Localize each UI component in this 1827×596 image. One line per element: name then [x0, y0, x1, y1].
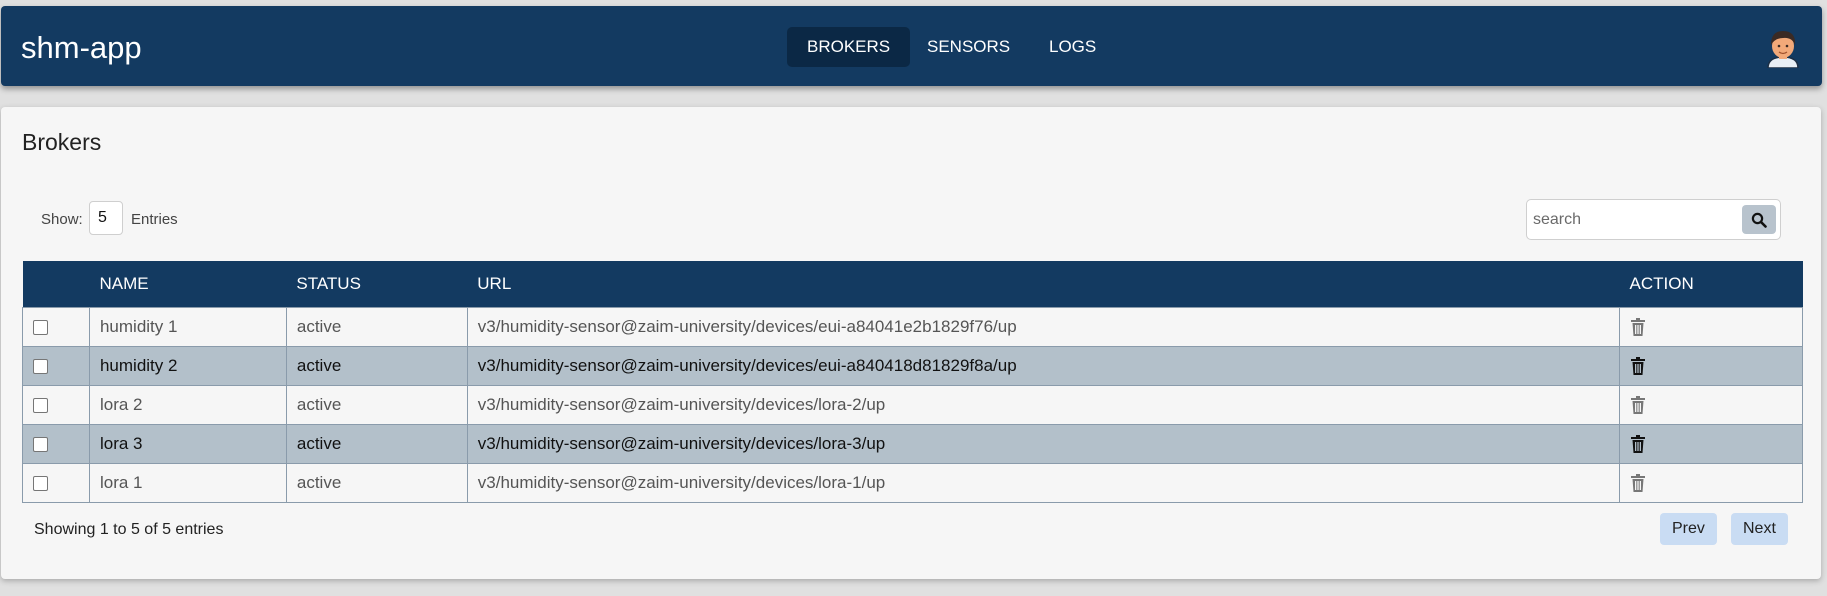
- table-row[interactable]: lora 1 active v3/humidity-sensor@zaim-un…: [22, 462, 1803, 503]
- row-name: lora 1: [88, 462, 287, 503]
- row-status: active: [285, 462, 468, 503]
- app-brand[interactable]: shm-app: [21, 32, 142, 63]
- nav-logs[interactable]: LOGS: [1029, 27, 1116, 67]
- row-action-cell: [1619, 423, 1803, 464]
- column-header-status[interactable]: STATUS: [286, 261, 467, 307]
- search-box: [1526, 199, 1781, 240]
- row-action-cell: [1619, 384, 1803, 425]
- pagination-info: Showing 1 to 5 of 5 entries: [34, 521, 224, 538]
- table-header-row: NAME STATUS URL ACTION: [22, 261, 1803, 307]
- row-action-cell: [1619, 462, 1803, 503]
- trash-icon[interactable]: [1630, 435, 1646, 454]
- row-name: humidity 2: [88, 345, 287, 386]
- row-url: v3/humidity-sensor@zaim-university/devic…: [466, 306, 1621, 347]
- trash-icon[interactable]: [1630, 474, 1646, 493]
- row-select-cell: [22, 462, 90, 503]
- page-title: Brokers: [22, 129, 102, 155]
- brokers-card: Brokers Show: 5 Entries NAME STATUS URL …: [1, 107, 1821, 579]
- row-checkbox[interactable]: [33, 436, 48, 452]
- entries-count-input[interactable]: 5: [89, 201, 123, 235]
- row-url: v3/humidity-sensor@zaim-university/devic…: [466, 345, 1621, 386]
- search-icon: [1751, 212, 1767, 228]
- brokers-table: NAME STATUS URL ACTION humidity 1 active…: [22, 261, 1803, 503]
- search-button[interactable]: [1742, 205, 1776, 234]
- nav-brokers[interactable]: BROKERS: [787, 27, 911, 67]
- row-select-cell: [22, 345, 90, 386]
- trash-icon[interactable]: [1630, 357, 1646, 376]
- row-checkbox[interactable]: [33, 475, 48, 491]
- next-button[interactable]: Next: [1731, 513, 1788, 545]
- table-row[interactable]: humidity 2 active v3/humidity-sensor@zai…: [22, 345, 1803, 386]
- column-header-name[interactable]: NAME: [89, 261, 286, 307]
- row-select-cell: [22, 306, 90, 347]
- column-header-select: [23, 261, 90, 307]
- table-row[interactable]: humidity 1 active v3/humidity-sensor@zai…: [22, 306, 1803, 347]
- row-action-cell: [1619, 306, 1803, 347]
- row-checkbox[interactable]: [33, 358, 48, 374]
- user-avatar-icon[interactable]: [1765, 28, 1801, 69]
- row-action-cell: [1619, 345, 1803, 386]
- nav-sensors[interactable]: SENSORS: [907, 27, 1030, 67]
- row-name: humidity 1: [88, 306, 287, 347]
- column-header-action: ACTION: [1629, 273, 1694, 293]
- row-url: v3/humidity-sensor@zaim-university/devic…: [466, 423, 1621, 464]
- table-row[interactable]: lora 2 active v3/humidity-sensor@zaim-un…: [22, 384, 1803, 425]
- search-input[interactable]: [1533, 208, 1733, 232]
- row-status: active: [285, 384, 468, 425]
- row-name: lora 2: [88, 384, 287, 425]
- show-label: Show:: [41, 211, 83, 228]
- row-select-cell: [22, 423, 90, 464]
- trash-icon[interactable]: [1630, 318, 1646, 337]
- row-url: v3/humidity-sensor@zaim-university/devic…: [466, 384, 1621, 425]
- column-header-url[interactable]: URL: [467, 261, 1619, 307]
- top-navbar: shm-app BROKERS SENSORS LOGS: [1, 6, 1822, 86]
- prev-button[interactable]: Prev: [1660, 513, 1717, 545]
- row-checkbox[interactable]: [33, 319, 48, 335]
- row-status: active: [285, 345, 468, 386]
- row-select-cell: [22, 384, 90, 425]
- entries-label: Entries: [131, 211, 178, 228]
- row-checkbox[interactable]: [33, 397, 48, 413]
- row-status: active: [285, 306, 468, 347]
- row-status: active: [285, 423, 468, 464]
- row-url: v3/humidity-sensor@zaim-university/devic…: [466, 462, 1621, 503]
- row-name: lora 3: [88, 423, 287, 464]
- trash-icon[interactable]: [1630, 396, 1646, 415]
- table-row[interactable]: lora 3 active v3/humidity-sensor@zaim-un…: [22, 423, 1803, 464]
